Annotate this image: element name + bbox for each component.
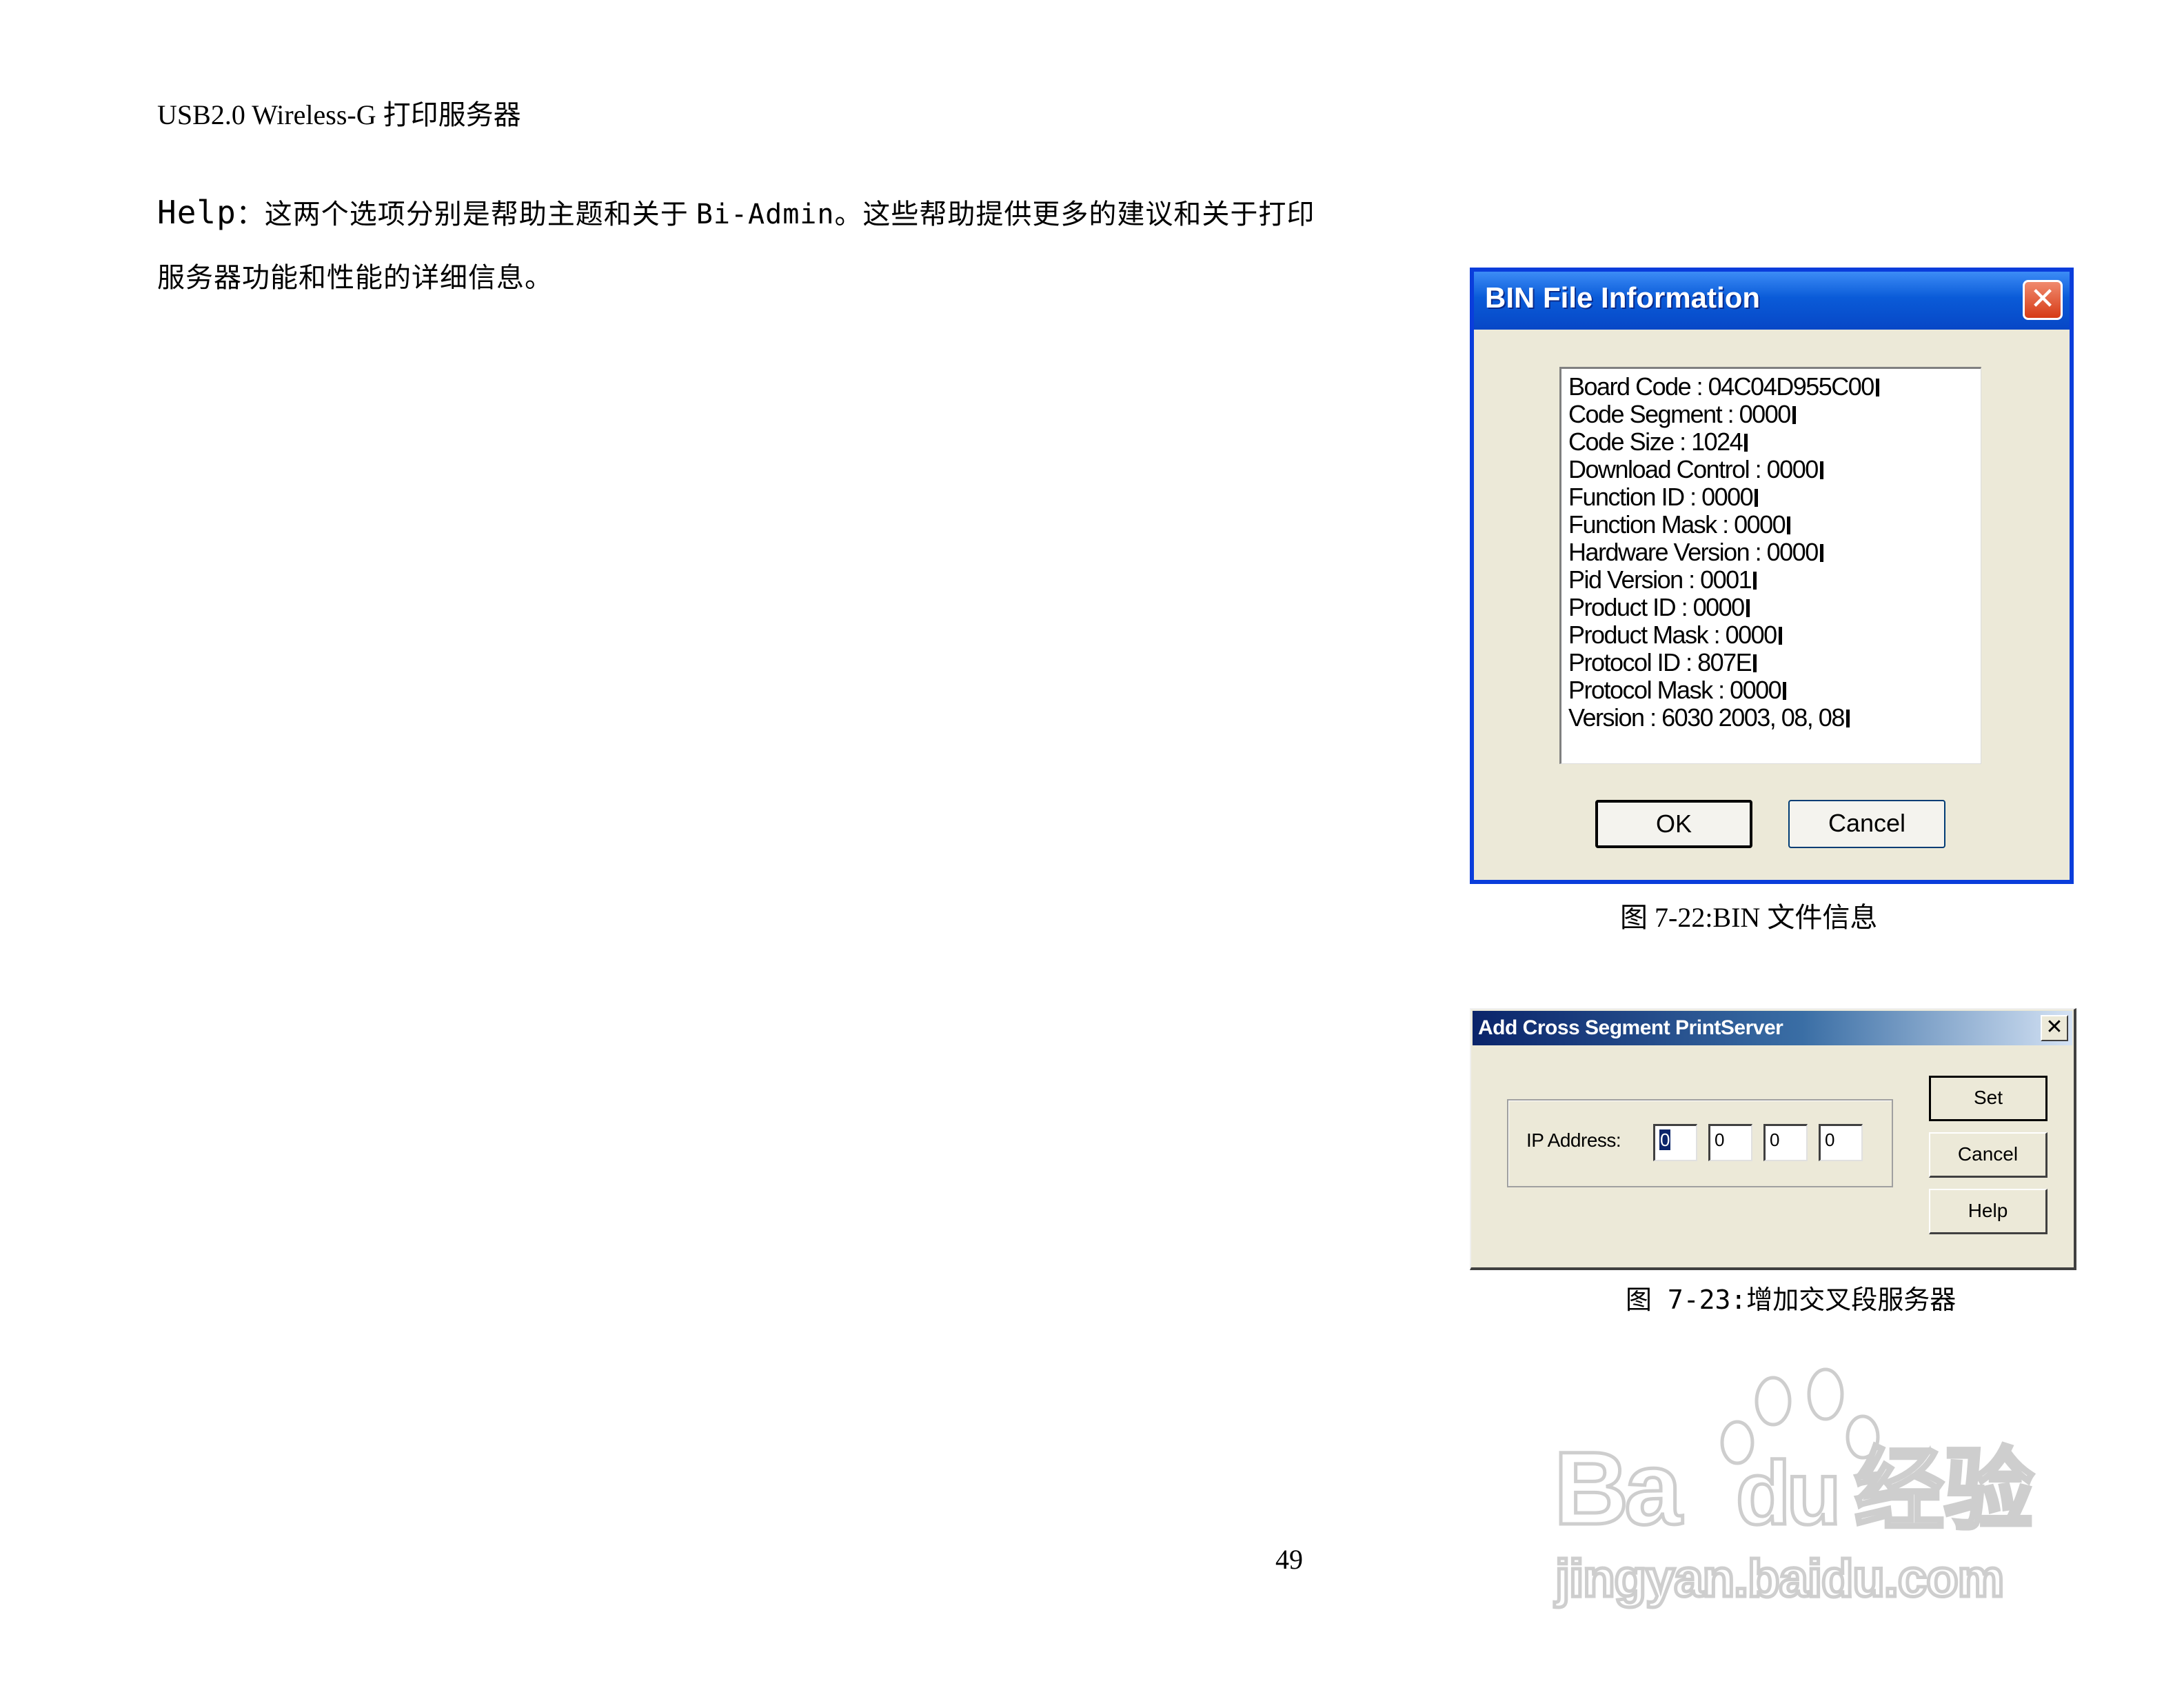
help-line-2: 服务器功能和性能的详细信息。 <box>157 262 553 293</box>
acs-dialog-titlebar[interactable]: Add Cross Segment PrintServer ✕ <box>1473 1011 2072 1045</box>
add-cross-segment-dialog: Add Cross Segment PrintServer ✕ IP Addre… <box>1470 1008 2076 1270</box>
bin-info-row: Product ID : 0000 <box>1568 594 1981 621</box>
watermark-brand-a: Ba <box>1554 1430 1683 1546</box>
help-term: Help <box>157 194 236 231</box>
bi-admin-term: Bi-Admin <box>696 199 835 230</box>
watermark-brand-cn: 经验 <box>1854 1438 2034 1543</box>
figure-caption-7-23: 图 7-23:增加交叉段服务器 <box>1626 1285 1957 1315</box>
bin-info-row: Version : 6030 2003, 08, 08 <box>1568 704 1981 732</box>
cancel-button[interactable]: Cancel <box>1929 1132 2048 1178</box>
page-header: USB2.0 Wireless-G 打印服务器 <box>157 99 521 130</box>
page-number: 49 <box>1275 1544 1303 1575</box>
ip-octet-3-value: 0 <box>1770 1129 1780 1150</box>
cancel-button[interactable]: Cancel <box>1788 800 1945 848</box>
bin-info-row: Function Mask : 0000 <box>1568 511 1981 539</box>
figure-caption-7-22: 图 7-22:BIN 文件信息 <box>1620 902 1878 933</box>
bin-dialog-title: BIN File Information <box>1485 281 1760 314</box>
close-icon[interactable]: ✕ <box>2023 280 2063 320</box>
bin-info-row: Code Segment : 0000 <box>1568 401 1981 428</box>
baidu-watermark-logo: Ba du 经验 jingyan.baidu.com <box>1553 1367 2036 1610</box>
bin-info-list[interactable]: Board Code : 04C04D955C00 Code Segment :… <box>1559 367 1981 764</box>
ip-octet-4-input[interactable]: 0 <box>1819 1124 1863 1161</box>
bin-dialog-titlebar[interactable]: BIN File Information ✕ <box>1474 272 2070 330</box>
ip-octet-3-input[interactable]: 0 <box>1763 1124 1808 1161</box>
bin-info-row: Pid Version : 0001 <box>1568 566 1981 594</box>
ip-octet-2-value: 0 <box>1715 1129 1725 1150</box>
watermark-brand-b: du <box>1736 1443 1837 1543</box>
ok-button[interactable]: OK <box>1595 800 1752 848</box>
watermark-url: jingyan.baidu.com <box>1554 1549 2003 1608</box>
bin-info-row: Hardware Version : 0000 <box>1568 539 1981 566</box>
help-text-b: 。这些帮助提供更多的建议和关于打印 <box>834 199 1315 230</box>
ip-address-group: IP Address: 0 0 0 0 <box>1507 1099 1893 1187</box>
close-icon[interactable]: ✕ <box>2041 1015 2068 1041</box>
ip-octet-2-input[interactable]: 0 <box>1708 1124 1752 1161</box>
ip-octet-4-value: 0 <box>1825 1129 1835 1150</box>
bin-info-row: Board Code : 04C04D955C00 <box>1568 373 1981 401</box>
help-button[interactable]: Help <box>1929 1189 2048 1234</box>
bin-info-row: Product Mask : 0000 <box>1568 621 1981 649</box>
bin-info-row: Download Control : 0000 <box>1568 456 1981 483</box>
bin-info-row: Protocol ID : 807E <box>1568 649 1981 676</box>
bin-info-row: Protocol Mask : 0000 <box>1568 676 1981 704</box>
bin-info-row: Function ID : 0000 <box>1568 483 1981 511</box>
help-paragraph: Help：这两个选项分别是帮助主题和关于 Bi-Admin。这些帮助提供更多的建… <box>157 181 1371 310</box>
ip-address-label: IP Address: <box>1526 1129 1621 1151</box>
help-line-1: Help：这两个选项分别是帮助主题和关于 Bi-Admin。这些帮助提供更多的建… <box>157 181 1371 246</box>
bin-info-row: Code Size : 1024 <box>1568 428 1981 456</box>
bin-file-info-dialog: BIN File Information ✕ Board Code : 04C0… <box>1470 268 2074 884</box>
help-text-a: ：这两个选项分别是帮助主题和关于 <box>236 199 696 230</box>
ip-octet-1-input[interactable]: 0 <box>1653 1124 1697 1161</box>
acs-dialog-title: Add Cross Segment PrintServer <box>1478 1016 1783 1039</box>
set-button[interactable]: Set <box>1929 1076 2048 1121</box>
ip-octet-1-value: 0 <box>1659 1129 1671 1150</box>
